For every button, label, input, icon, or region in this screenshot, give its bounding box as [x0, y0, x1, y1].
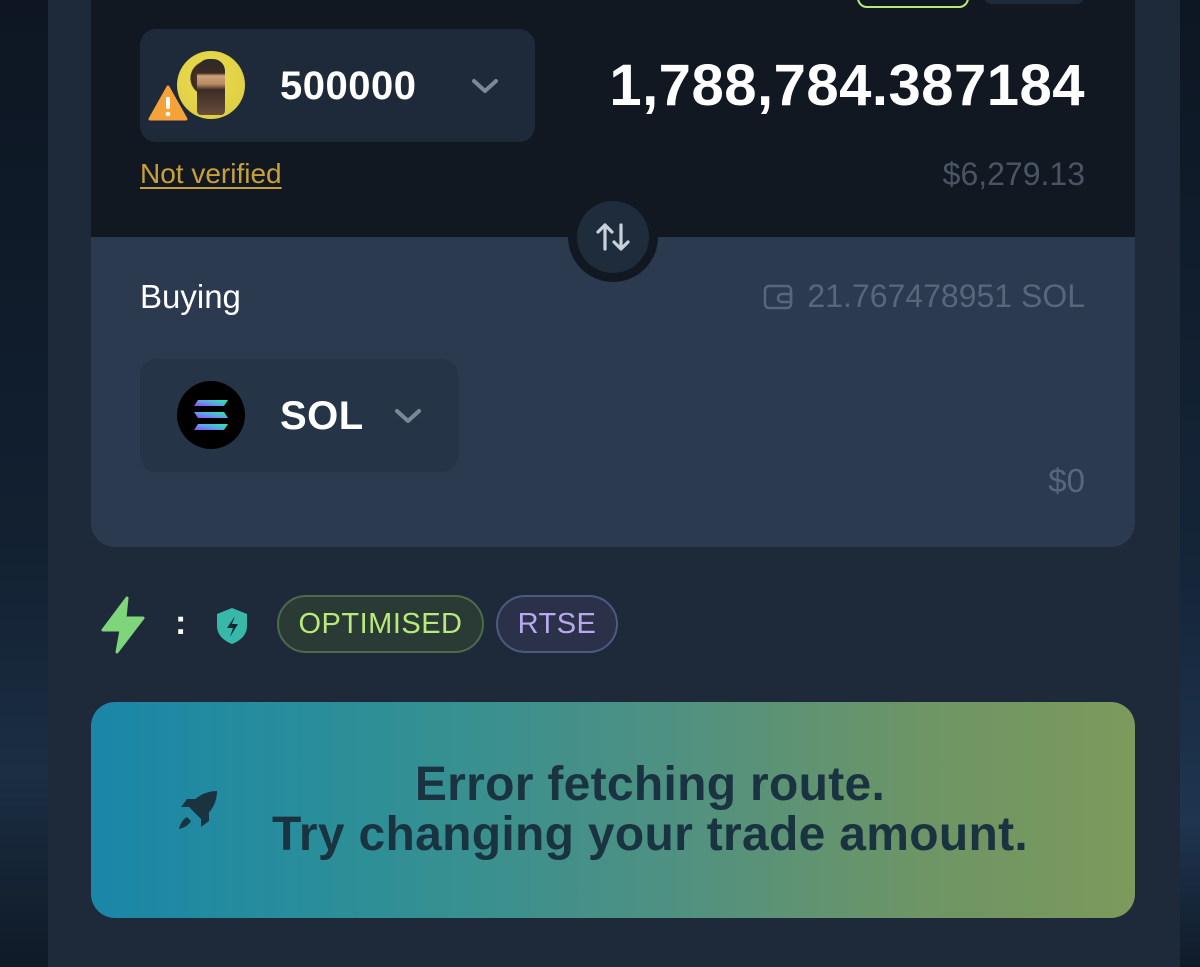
- sell-amount-input[interactable]: 1,788,784.387184: [609, 52, 1085, 119]
- options-separator: :: [175, 604, 187, 642]
- rtse-tag[interactable]: RTSE: [496, 595, 618, 653]
- optimised-tag[interactable]: OPTIMISED: [277, 595, 484, 653]
- wallet-icon: [764, 284, 793, 309]
- chevron-down-icon: [395, 409, 421, 423]
- error-message: Error fetching route. Try changing your …: [160, 760, 1140, 860]
- error-line-1: Error fetching route.: [414, 758, 886, 811]
- chevron-down-icon: [472, 79, 498, 93]
- background-left: [0, 0, 48, 967]
- buy-usd-value: $0: [1048, 462, 1085, 499]
- solana-logo-icon: [177, 381, 245, 449]
- shield-icon[interactable]: [214, 606, 250, 646]
- wallet-balance[interactable]: 21.767478951 SOL: [763, 278, 1085, 315]
- error-line-2: Try changing your trade amount.: [271, 808, 1029, 861]
- warning-icon: [148, 85, 188, 121]
- sell-token-selector[interactable]: 500000: [140, 29, 535, 142]
- swap-arrows-icon: [596, 223, 630, 251]
- sell-token-symbol: 500000: [280, 64, 417, 108]
- swap-direction-button[interactable]: [568, 192, 658, 282]
- top-tab-active[interactable]: [857, 0, 969, 8]
- top-tab[interactable]: [983, 0, 1085, 4]
- wallet-balance-text: 21.767478951 SOL: [807, 278, 1085, 314]
- lightning-bolt-icon[interactable]: [97, 596, 149, 654]
- not-verified-link[interactable]: Not verified: [140, 158, 282, 190]
- buy-token-symbol: SOL: [280, 394, 364, 438]
- sell-usd-value: $6,279.13: [942, 156, 1085, 192]
- buying-label: Buying: [140, 278, 241, 315]
- buy-token-selector[interactable]: SOL: [140, 359, 458, 472]
- background-right: [1180, 0, 1200, 967]
